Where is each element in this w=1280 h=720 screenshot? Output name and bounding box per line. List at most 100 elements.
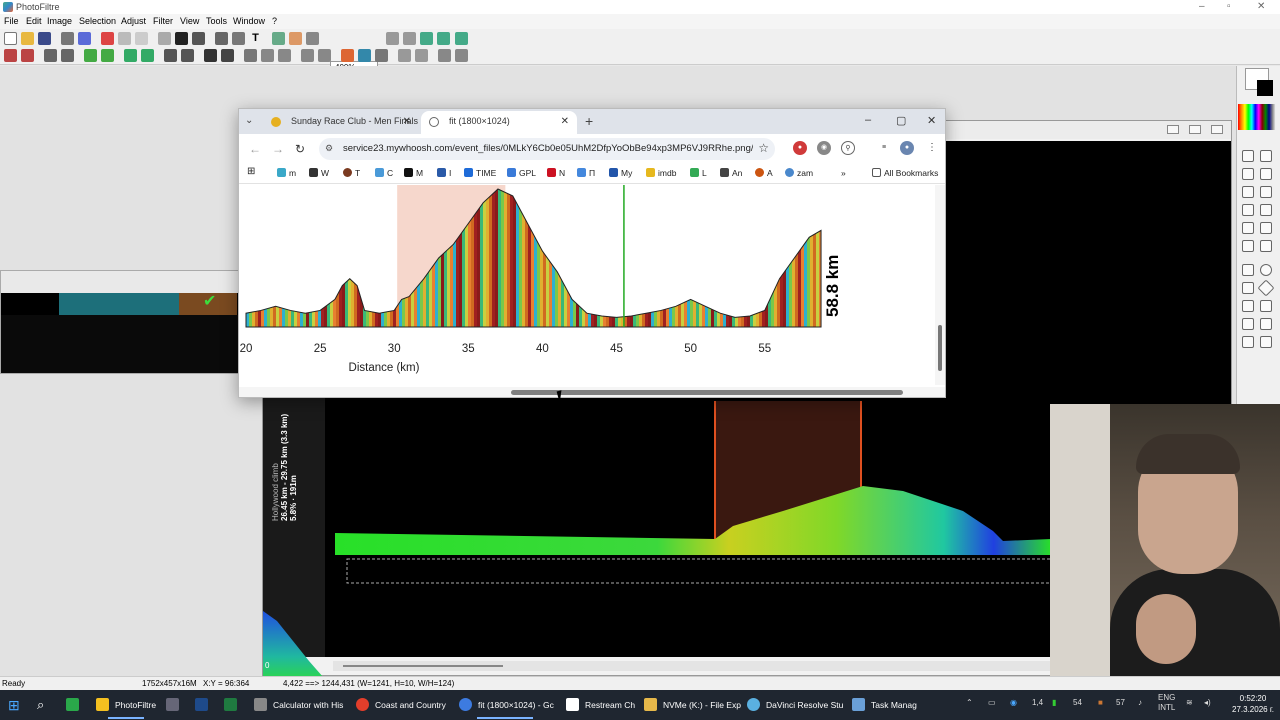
menu-file[interactable]: File	[4, 16, 19, 26]
tab-close-icon[interactable]: ✕	[561, 116, 569, 127]
fill-tool-icon[interactable]	[1242, 186, 1254, 198]
taskbar-app-green[interactable]	[66, 690, 85, 720]
outline-icon[interactable]	[318, 49, 331, 62]
contrast-icon[interactable]	[61, 49, 74, 62]
page-content[interactable]: 58.8 km 20 25 30 35 40 45 50 55 Distance (km)	[239, 185, 945, 397]
undo-icon[interactable]	[101, 32, 114, 45]
sepia-icon[interactable]	[221, 49, 234, 62]
print-icon[interactable]	[61, 32, 74, 45]
back-icon[interactable]: ←	[249, 142, 261, 156]
palette-icon[interactable]	[341, 49, 354, 62]
gamma-icon[interactable]	[101, 49, 114, 62]
start-windows-icon[interactable]: ⊞	[8, 690, 20, 720]
mask-icon[interactable]	[301, 49, 314, 62]
sharpen-icon[interactable]	[124, 49, 137, 62]
image-window-left[interactable]: ✔	[0, 270, 240, 374]
spray-tool-icon[interactable]	[1260, 186, 1272, 198]
minimize-icon[interactable]: –	[1199, 1, 1205, 12]
menu-window[interactable]: Window	[233, 16, 265, 26]
menu-view[interactable]: View	[180, 16, 199, 26]
apps-grid-icon[interactable]: ⊞	[247, 166, 255, 177]
save-icon[interactable]	[38, 32, 51, 45]
bookmark-item[interactable]: M	[404, 168, 423, 178]
vertical-scrollbar-thumb[interactable]	[938, 325, 942, 371]
rectangle-select-icon[interactable]	[1242, 264, 1254, 276]
tray-chevron-icon[interactable]: ⌃	[966, 698, 973, 707]
menu-image[interactable]: Image	[47, 16, 72, 26]
actual-size-icon[interactable]	[437, 32, 450, 45]
tray-temp-icon[interactable]: ■	[1098, 698, 1103, 707]
clone-tool-icon[interactable]	[1242, 240, 1254, 252]
picker-tool-icon[interactable]	[1260, 150, 1272, 162]
bookmark-item[interactable]: TIME	[464, 168, 496, 178]
bookmark-item[interactable]: N	[547, 168, 565, 178]
effect-icon[interactable]	[289, 32, 302, 45]
bookmark-item[interactable]: My	[609, 168, 632, 178]
profile-avatar-icon[interactable]: ●	[900, 141, 914, 155]
bookmark-item[interactable]: L	[690, 168, 707, 178]
export-icon[interactable]	[438, 49, 451, 62]
taskbar-task-manager[interactable]: Task Manag	[852, 690, 922, 720]
horizontal-scrollbar-thumb[interactable]	[511, 390, 903, 395]
tray-volume-icon[interactable]: ◂)	[1204, 698, 1211, 707]
menu-filter[interactable]: Filter	[153, 16, 173, 26]
horizontal-scrollbar[interactable]	[239, 387, 945, 397]
color-palette[interactable]	[1238, 104, 1276, 130]
copy-icon[interactable]	[175, 32, 188, 45]
image-size-icon[interactable]	[215, 32, 228, 45]
bookmark-item[interactable]: A	[755, 168, 773, 178]
brush-tool-icon[interactable]	[1242, 204, 1254, 216]
menu-tools[interactable]: Tools	[206, 16, 227, 26]
site-info-icon[interactable]: ⚙	[325, 143, 333, 154]
close-icon[interactable]: ✕	[1257, 1, 1265, 12]
chrome-close-icon[interactable]: ✕	[927, 114, 936, 127]
tray-language[interactable]: ENG INTL	[1158, 693, 1175, 713]
zoom-out-icon[interactable]	[403, 32, 416, 45]
tray-battery-icon[interactable]: ▮	[1052, 698, 1056, 707]
drop2-icon[interactable]	[278, 49, 291, 62]
more-bookmarks-icon[interactable]: »	[841, 168, 846, 178]
triangle-select-icon[interactable]	[1242, 300, 1254, 312]
crop-icon[interactable]	[135, 32, 148, 45]
bookmark-item[interactable]: П	[577, 168, 595, 178]
reload-icon[interactable]: ↻	[295, 142, 305, 156]
image-icon[interactable]	[306, 32, 319, 45]
pointer-tool-icon[interactable]	[1242, 150, 1254, 162]
cascade-icon[interactable]	[415, 49, 428, 62]
maximize-icon[interactable]: ▫	[1227, 1, 1231, 12]
open-folder-icon[interactable]	[21, 32, 34, 45]
url-text[interactable]: service23.mywhoosh.com/event_files/0MLkY…	[343, 143, 753, 154]
finger-tool-icon[interactable]	[1260, 222, 1272, 234]
full-screen-icon[interactable]	[455, 32, 468, 45]
drop-icon[interactable]	[261, 49, 274, 62]
media-control-icon[interactable]: ≡	[877, 141, 891, 155]
bezier-icon[interactable]	[1260, 318, 1272, 330]
tab-fit-image[interactable]: fit (1800×1024) ✕	[421, 111, 577, 134]
polygon-icon[interactable]	[1242, 318, 1254, 330]
ellipse-select-icon[interactable]	[1260, 264, 1272, 276]
color-preview-black[interactable]	[1257, 80, 1273, 96]
adblock-extension-icon[interactable]: ●	[793, 141, 807, 155]
menu-help[interactable]: ?	[272, 16, 277, 26]
transform-icon[interactable]	[375, 49, 388, 62]
cut-icon[interactable]	[158, 32, 171, 45]
tab-search-icon[interactable]: ⌄	[245, 115, 253, 126]
redo-icon[interactable]	[118, 32, 131, 45]
blur-tool-icon[interactable]	[1242, 222, 1254, 234]
text-tool-icon[interactable]: T	[249, 32, 262, 45]
new-tab-icon[interactable]: +	[585, 113, 593, 129]
tab-sunday-race-club[interactable]: Sunday Race Club - Men Finals ✕	[263, 111, 419, 134]
address-bar[interactable]: ⚙ service23.mywhoosh.com/event_files/0ML…	[319, 138, 775, 160]
bookmark-item[interactable]: GPL	[507, 168, 536, 178]
menu-edit[interactable]: Edit	[26, 16, 42, 26]
brightness-icon[interactable]	[44, 49, 57, 62]
bookmark-item[interactable]: m	[277, 168, 296, 178]
taskbar-app-grid[interactable]	[166, 690, 185, 720]
img-maximize-icon[interactable]	[1189, 125, 1201, 134]
tray-device-icon[interactable]: ▭	[988, 698, 996, 707]
forward-icon[interactable]: →	[272, 142, 284, 156]
auto-contrast-icon[interactable]	[21, 49, 34, 62]
rounded-rect-icon[interactable]	[1242, 282, 1254, 294]
taskbar-restream[interactable]: Restream Ch	[566, 690, 636, 720]
all-bookmarks[interactable]: All Bookmarks	[872, 168, 938, 178]
